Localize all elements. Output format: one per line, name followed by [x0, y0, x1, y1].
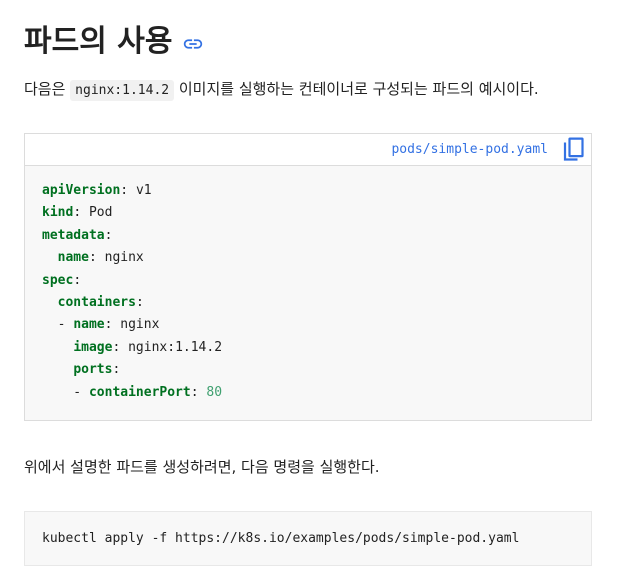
section-title: 파드의 사용	[24, 24, 173, 59]
code-line: apiVersion: v1	[42, 183, 152, 198]
yaml-number-value: 80	[206, 384, 223, 400]
code-line: spec:	[42, 272, 82, 288]
yaml-key: name	[73, 317, 105, 333]
yaml-key: spec	[42, 272, 74, 288]
copy-icon[interactable]	[562, 137, 586, 163]
section-heading: 파드의 사용	[24, 20, 204, 64]
yaml-value: Pod	[88, 205, 113, 221]
link-icon[interactable]	[182, 33, 204, 55]
yaml-key: containerPort	[88, 384, 191, 400]
inline-code-image: nginx:1.14.2	[70, 80, 175, 101]
intro-text-after: 이미지를 실행하는 컨테이너로 구성되는 파드의 예시이다.	[174, 80, 539, 98]
code-line: containers:	[57, 294, 144, 310]
code-line: - name: nginx	[42, 317, 160, 333]
yaml-key: kind	[42, 205, 74, 221]
code-line: name: nginx	[57, 250, 144, 266]
command-code-block: kubectl apply -f https://k8s.io/examples…	[24, 511, 592, 566]
yaml-value: v1	[135, 183, 152, 198]
yaml-value: nginx	[120, 317, 160, 333]
code-line: kind: Pod	[42, 205, 113, 221]
code-block-header: pods/simple-pod.yaml	[25, 134, 591, 166]
intro-paragraph: 다음은 nginx:1.14.2 이미지를 실행하는 컨테이너로 구성되는 파드…	[24, 76, 539, 104]
yaml-key: ports	[73, 362, 113, 378]
yaml-key: containers	[57, 294, 136, 310]
intro-text-before: 다음은	[24, 80, 71, 98]
yaml-value: nginx	[104, 250, 144, 266]
command-intro-paragraph: 위에서 설명한 파드를 생성하려면, 다음 명령을 실행한다.	[24, 458, 380, 476]
yaml-code-block: pods/simple-pod.yaml apiVersion: v1 kind:…	[24, 133, 592, 421]
code-line: - containerPort: 80	[42, 384, 223, 400]
yaml-code-body: apiVersion: v1 kind: Pod metadata: name: n…	[42, 180, 222, 404]
page: 파드의 사용 다음은 nginx:1.14.2 이미지를 실행하는 컨테이너로 …	[0, 0, 623, 584]
yaml-value: nginx:1.14.2	[128, 339, 223, 355]
yaml-key: image	[73, 339, 113, 355]
filename-link[interactable]: pods/simple-pod.yaml	[391, 142, 548, 157]
code-line: ports:	[73, 362, 121, 378]
kubectl-command: kubectl apply -f https://k8s.io/examples…	[42, 531, 520, 546]
yaml-key: metadata	[42, 227, 105, 243]
yaml-key: name	[57, 250, 89, 266]
yaml-key: apiVersion	[42, 183, 121, 198]
code-line: image: nginx:1.14.2	[73, 339, 223, 355]
code-line: metadata:	[42, 227, 113, 243]
